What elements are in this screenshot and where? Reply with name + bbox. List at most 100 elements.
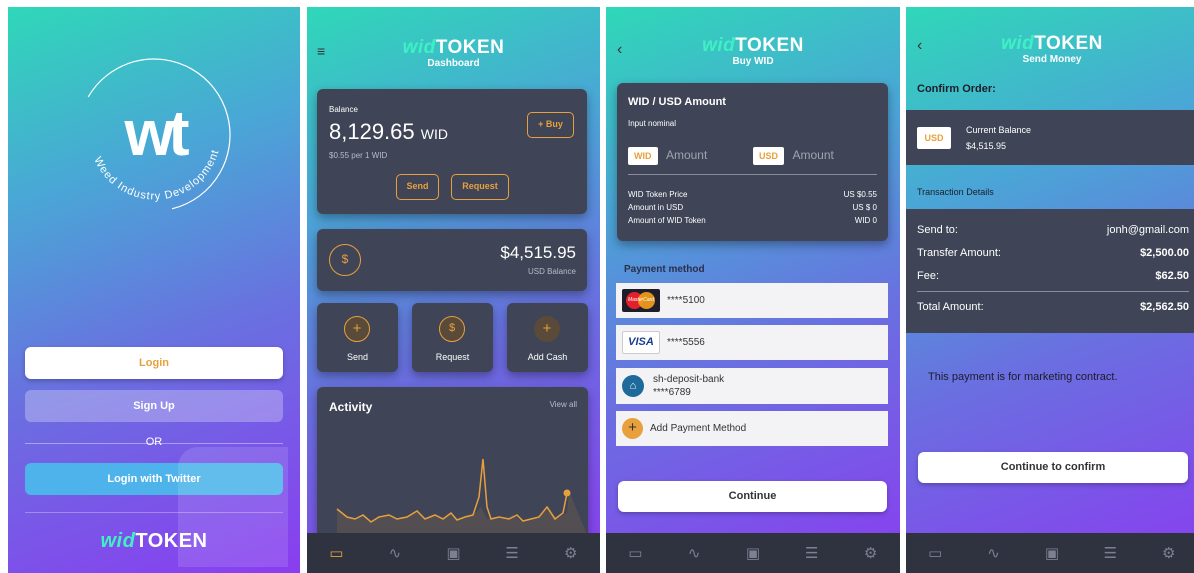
price-row: WID Token Price US $0.55 xyxy=(628,190,877,199)
activity-sparkline xyxy=(336,458,588,537)
amount-placeholder: Amount xyxy=(792,148,834,162)
wallet-icon[interactable]: ▭ xyxy=(920,544,950,562)
bank-icon: ⌂ xyxy=(622,375,644,397)
screen-dashboard: ≡ widTOKEN Dashboard Balance 8,129.65 WI… xyxy=(307,7,600,573)
wallet-icon[interactable]: ▭ xyxy=(321,544,351,562)
input-nominal-label: Input nominal xyxy=(628,119,677,128)
settings-icon[interactable]: ⚙ xyxy=(556,544,586,562)
dollar-icon: $ xyxy=(329,244,361,276)
list-icon[interactable]: ☰ xyxy=(1095,544,1125,562)
usd-balance-value: $4,515.95 xyxy=(500,243,576,262)
add-method-label: Add Payment Method xyxy=(650,423,747,434)
payment-method-title: Payment method xyxy=(624,264,705,275)
tab-bar: ▭ ∿ ▣ ☰ ⚙ xyxy=(906,533,1194,573)
plus-icon: + xyxy=(344,316,370,342)
action-label: Add Cash xyxy=(527,352,568,362)
add-payment-method[interactable]: + Add Payment Method xyxy=(616,411,888,446)
brand-logo: widTOKEN xyxy=(1001,33,1103,54)
visa-icon: VISA xyxy=(622,331,660,354)
usd-badge: USD xyxy=(917,127,951,149)
page-title: Dashboard xyxy=(427,58,480,69)
balance-value: 8,129.65 WID xyxy=(329,119,448,144)
send-button[interactable]: Send xyxy=(396,174,439,200)
list-icon[interactable]: ☰ xyxy=(797,544,827,562)
cash-icon[interactable]: ▣ xyxy=(1037,544,1067,562)
pulse-icon[interactable]: ∿ xyxy=(979,544,1009,562)
wt-logo: wt Weed Industry Development xyxy=(77,58,231,212)
current-balance-label: Current Balance xyxy=(966,125,1032,135)
bank-number: ****6789 xyxy=(653,387,691,398)
list-icon[interactable]: ☰ xyxy=(497,544,527,562)
current-balance-panel: USD Current Balance $4,515.95 xyxy=(906,110,1194,165)
plus-icon: + xyxy=(534,316,560,342)
fee-row: Fee: $62.50 xyxy=(917,270,1189,282)
wallet-icon[interactable]: ▭ xyxy=(620,544,650,562)
payment-mastercard[interactable]: MasterCard ****5100 xyxy=(616,283,888,318)
continue-button[interactable]: Continue xyxy=(618,481,887,512)
card-number: ****5100 xyxy=(667,295,705,306)
screen-buy-wid: ‹ widTOKEN Buy WID WID / USD Amount Inpu… xyxy=(606,7,900,573)
current-balance-value: $4,515.95 xyxy=(966,141,1007,151)
pulse-icon[interactable]: ∿ xyxy=(380,544,410,562)
usd-row: Amount in USD US $ 0 xyxy=(628,203,877,212)
brand-logo: widTOKEN xyxy=(100,530,208,552)
buy-button[interactable]: + Buy xyxy=(527,112,574,138)
bank-name: sh-deposit-bank xyxy=(653,374,725,385)
cash-icon[interactable]: ▣ xyxy=(438,544,468,562)
send-to-row: Send to: jonh@gmail.com xyxy=(917,224,1189,236)
wid-amount-input[interactable]: WID Amount xyxy=(628,146,748,172)
balance-card: Balance 8,129.65 WID $0.55 per 1 WID + B… xyxy=(317,89,587,214)
login-button[interactable]: Login xyxy=(25,347,283,379)
usd-balance-card: $ $4,515.95 USD Balance xyxy=(317,229,587,291)
page-title: Buy WID xyxy=(732,56,774,67)
action-label: Send xyxy=(346,352,369,362)
plus-icon: + xyxy=(622,418,643,439)
payment-bank[interactable]: ⌂ sh-deposit-bank ****6789 xyxy=(616,368,888,404)
usd-balance-label: USD Balance xyxy=(527,267,576,276)
usd-badge: USD xyxy=(753,147,785,165)
divider xyxy=(917,291,1189,292)
brand-logo: widTOKEN xyxy=(402,37,505,58)
settings-icon[interactable]: ⚙ xyxy=(856,544,886,562)
sparkline-point xyxy=(563,489,571,497)
wid-row: Amount of WID Token WID 0 xyxy=(628,216,877,225)
screen-send-money: ‹ widTOKEN Send Money Confirm Order: USD… xyxy=(906,7,1194,573)
brand-logo: widTOKEN xyxy=(702,35,804,56)
view-all-link[interactable]: View all xyxy=(550,400,577,409)
cash-icon[interactable]: ▣ xyxy=(738,544,768,562)
settings-icon[interactable]: ⚙ xyxy=(1154,544,1184,562)
page-title: Send Money xyxy=(1022,54,1082,65)
pulse-icon[interactable]: ∿ xyxy=(679,544,709,562)
rate-text: $0.55 per 1 WID xyxy=(329,151,388,160)
transaction-panel: Send to: jonh@gmail.com Transfer Amount: $… xyxy=(906,209,1194,333)
action-label: Request xyxy=(435,352,470,362)
or-label: OR xyxy=(145,436,163,448)
dollar-icon: $ xyxy=(439,316,465,342)
amount-placeholder: Amount xyxy=(665,148,708,162)
wid-badge: WID xyxy=(628,147,658,165)
tab-bar: ▭ ∿ ▣ ☰ ⚙ xyxy=(307,533,600,573)
action-add-cash[interactable]: + Add Cash xyxy=(507,303,588,372)
mastercard-icon: MasterCard xyxy=(622,289,660,312)
screen-login: wt Weed Industry Development Login Sign … xyxy=(8,7,300,573)
transaction-details-title: Transaction Details xyxy=(917,187,994,197)
divider xyxy=(628,174,877,175)
transfer-row: Transfer Amount: $2,500.00 xyxy=(917,247,1189,259)
request-button[interactable]: Request xyxy=(451,174,509,200)
activity-title: Activity xyxy=(329,400,373,414)
activity-card: Activity View all xyxy=(317,387,588,537)
svg-text:wt: wt xyxy=(123,97,189,169)
action-request[interactable]: $ Request xyxy=(412,303,493,372)
continue-confirm-button[interactable]: Continue to confirm xyxy=(918,452,1188,483)
tab-bar: ▭ ∿ ▣ ☰ ⚙ xyxy=(606,533,900,573)
total-row: Total Amount: $2,562.50 xyxy=(917,301,1189,313)
confirm-order-title: Confirm Order: xyxy=(917,83,996,95)
card-title: WID / USD Amount xyxy=(628,96,726,108)
action-send[interactable]: + Send xyxy=(317,303,398,372)
amount-card: WID / USD Amount Input nominal WID Amoun… xyxy=(617,83,888,241)
payment-visa[interactable]: VISA ****5556 xyxy=(616,325,888,360)
balance-label: Balance xyxy=(329,105,358,114)
signup-button[interactable]: Sign Up xyxy=(25,390,283,422)
usd-amount-input[interactable]: USD Amount xyxy=(753,146,873,172)
payment-note: This payment is for marketing contract. xyxy=(928,371,1118,383)
